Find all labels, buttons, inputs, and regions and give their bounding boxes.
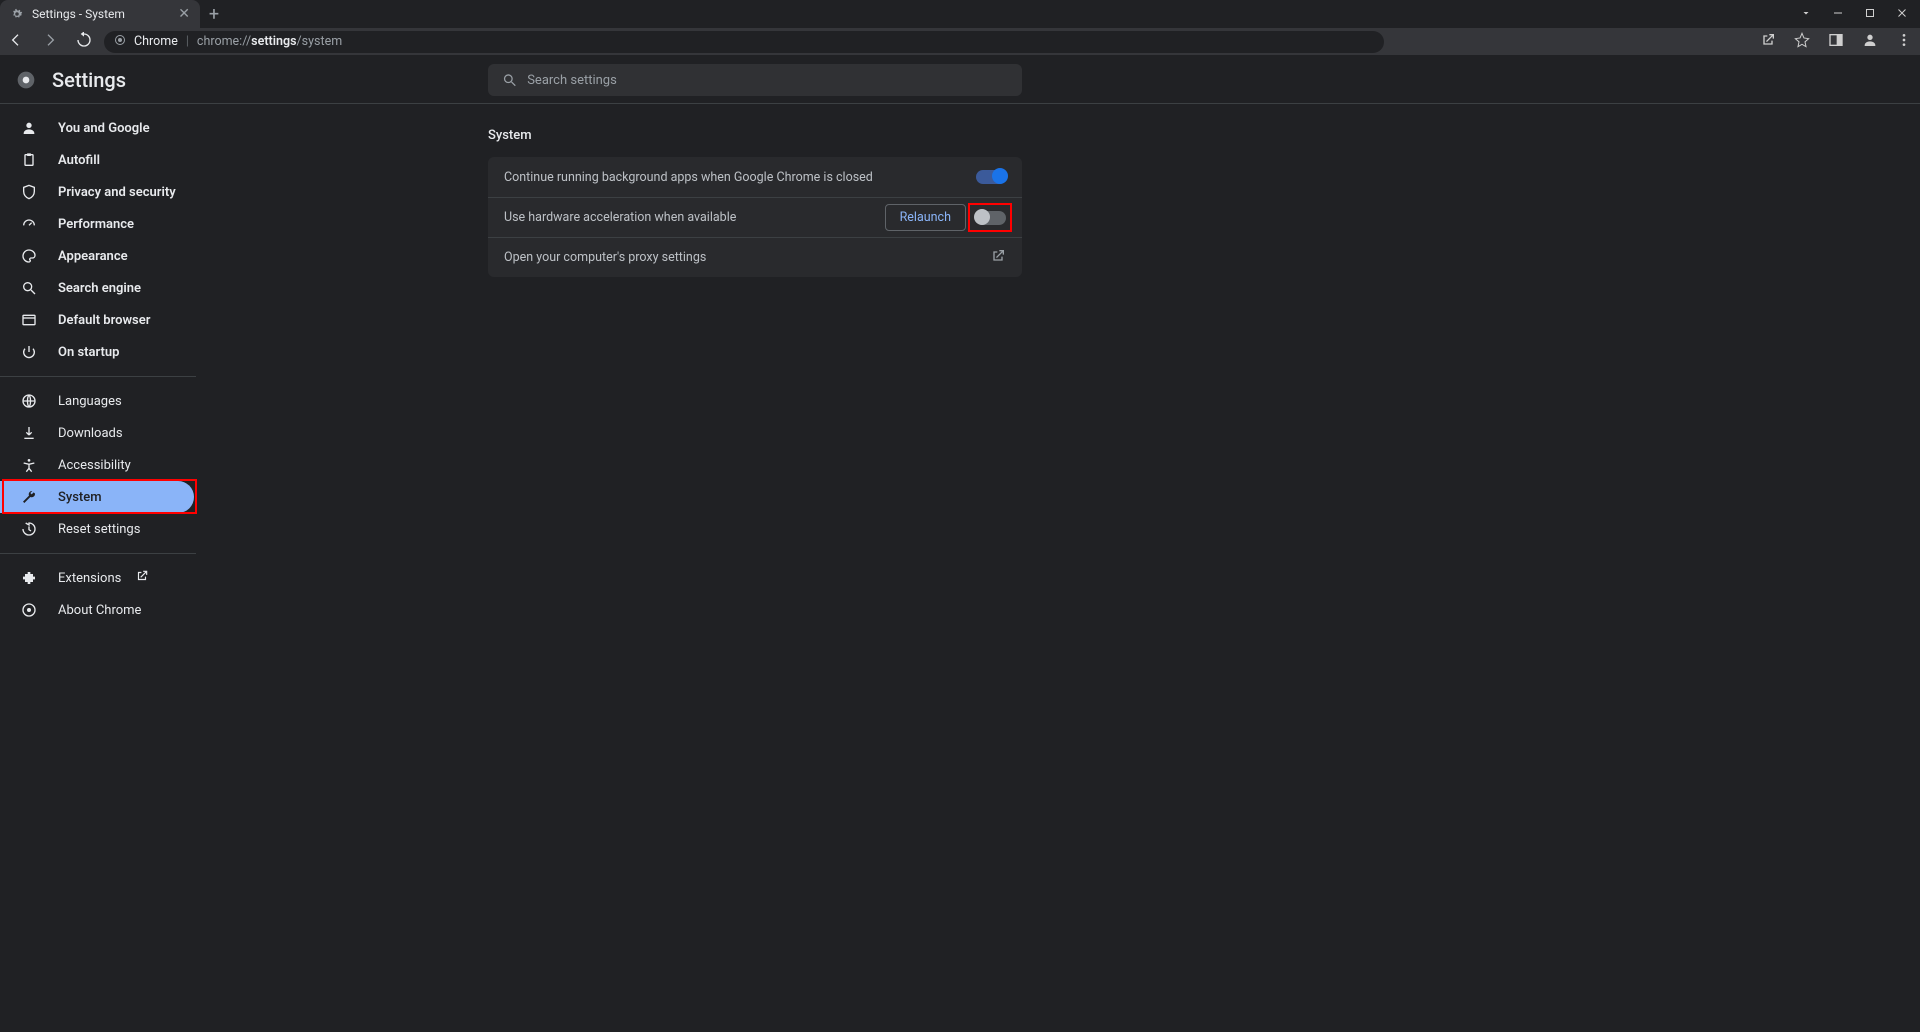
bookmark-icon[interactable] xyxy=(1794,32,1810,52)
browser-tab[interactable]: Settings - System ✕ xyxy=(0,0,200,28)
palette-icon xyxy=(20,248,38,264)
extension-icon xyxy=(20,570,38,586)
new-tab-button[interactable]: + xyxy=(200,4,228,25)
power-icon xyxy=(20,344,38,360)
setting-label: Continue running background apps when Go… xyxy=(504,170,873,185)
tab-title: Settings - System xyxy=(32,7,125,21)
sidebar-item-label: Default browser xyxy=(58,313,150,328)
search-icon xyxy=(502,72,517,88)
sidebar-item-you[interactable]: You and Google xyxy=(0,112,194,144)
settings-header: Settings xyxy=(0,56,1920,104)
side-panel-icon[interactable] xyxy=(1828,32,1844,52)
sidebar-item-label: Downloads xyxy=(58,426,123,441)
sidebar-item-about[interactable]: About Chrome xyxy=(0,594,194,626)
open-external-icon xyxy=(990,248,1006,268)
window-controls xyxy=(1800,7,1920,22)
nav-back-button[interactable] xyxy=(8,32,24,52)
share-icon[interactable] xyxy=(1760,32,1776,52)
sidebar-item-label: System xyxy=(58,490,102,505)
omnibox-chrome-label: Chrome xyxy=(134,34,178,49)
settings-search-input[interactable] xyxy=(527,73,1008,88)
sidebar-item-appearance[interactable]: Appearance xyxy=(0,240,194,272)
wrench-icon xyxy=(20,489,38,505)
sidebar-divider xyxy=(0,553,196,554)
shield-icon xyxy=(20,184,38,200)
relaunch-button[interactable]: Relaunch xyxy=(885,204,966,231)
sidebar-item-label: On startup xyxy=(58,345,119,360)
chrome-logo-icon xyxy=(16,70,36,90)
sidebar-item-downloads[interactable]: Downloads xyxy=(0,417,194,449)
sidebar-item-autofill[interactable]: Autofill xyxy=(0,144,194,176)
settings-main: System Continue running background apps … xyxy=(256,104,1920,1032)
speed-icon xyxy=(20,216,38,232)
window-minimize-button[interactable] xyxy=(1832,7,1844,22)
toggle-bg_apps[interactable] xyxy=(976,170,1006,184)
profile-icon[interactable] xyxy=(1862,32,1878,52)
sidebar-item-search[interactable]: Search engine xyxy=(0,272,194,304)
sidebar-item-label: About Chrome xyxy=(58,603,141,618)
sidebar-item-startup[interactable]: On startup xyxy=(0,336,194,368)
sidebar-item-reset[interactable]: Reset settings xyxy=(0,513,194,545)
gear-icon xyxy=(10,7,24,21)
sidebar-item-performance[interactable]: Performance xyxy=(0,208,194,240)
omnibox-url: chrome://settings/system xyxy=(197,34,342,49)
open-external-icon xyxy=(141,569,149,587)
sidebar-item-label: You and Google xyxy=(58,121,150,136)
sidebar-divider xyxy=(0,376,196,377)
tab-search-button[interactable] xyxy=(1800,7,1812,22)
clipboard-icon xyxy=(20,152,38,168)
sidebar-item-label: Privacy and security xyxy=(58,185,176,200)
tab-close-icon[interactable]: ✕ xyxy=(178,7,190,21)
nav-reload-button[interactable] xyxy=(76,32,92,52)
nav-forward-button[interactable] xyxy=(42,32,58,52)
browser-icon xyxy=(20,312,38,328)
sidebar-item-label: Accessibility xyxy=(58,458,131,473)
setting-row-hw_accel: Use hardware acceleration when available… xyxy=(488,197,1022,237)
globe-icon xyxy=(20,393,38,409)
person-icon xyxy=(20,120,38,136)
toggle-hw_accel[interactable] xyxy=(976,211,1006,225)
sidebar-item-label: Autofill xyxy=(58,153,100,168)
settings-title: Settings xyxy=(52,68,126,92)
omnibox[interactable]: Chrome | chrome://settings/system xyxy=(104,31,1384,53)
accessibility-icon xyxy=(20,457,38,473)
sidebar-item-label: Search engine xyxy=(58,281,141,296)
browser-toolbar: Chrome | chrome://settings/system xyxy=(0,28,1920,56)
history-icon xyxy=(20,521,38,537)
section-title: System xyxy=(488,128,1920,143)
sidebar-item-privacy[interactable]: Privacy and security xyxy=(0,176,194,208)
sidebar-item-system[interactable]: System xyxy=(0,481,194,513)
window-close-button[interactable] xyxy=(1896,7,1908,22)
chrome-icon xyxy=(20,602,38,618)
sidebar-item-label: Languages xyxy=(58,394,122,409)
sidebar-item-languages[interactable]: Languages xyxy=(0,385,194,417)
chrome-page-icon xyxy=(114,34,126,50)
setting-label: Open your computer's proxy settings xyxy=(504,250,706,265)
sidebar-item-label: Performance xyxy=(58,217,134,232)
window-titlebar: Settings - System ✕ + xyxy=(0,0,1920,28)
settings-panel: Continue running background apps when Go… xyxy=(488,157,1022,277)
setting-row-proxy[interactable]: Open your computer's proxy settings xyxy=(488,237,1022,277)
sidebar-item-label: Appearance xyxy=(58,249,128,264)
settings-sidebar: You and Google Autofill Privacy and securi… xyxy=(0,104,256,1032)
sidebar-item-accessibility[interactable]: Accessibility xyxy=(0,449,194,481)
chrome-menu-icon[interactable] xyxy=(1896,32,1912,52)
download-icon xyxy=(20,425,38,441)
window-maximize-button[interactable] xyxy=(1864,7,1876,22)
sidebar-item-label: Reset settings xyxy=(58,522,140,537)
sidebar-item-default[interactable]: Default browser xyxy=(0,304,194,336)
settings-search[interactable] xyxy=(488,64,1022,96)
search-icon xyxy=(20,280,38,296)
setting-row-bg_apps: Continue running background apps when Go… xyxy=(488,157,1022,197)
setting-label: Use hardware acceleration when available xyxy=(504,210,736,225)
sidebar-item-extensions[interactable]: Extensions xyxy=(0,562,194,594)
sidebar-item-label: Extensions xyxy=(58,571,121,586)
